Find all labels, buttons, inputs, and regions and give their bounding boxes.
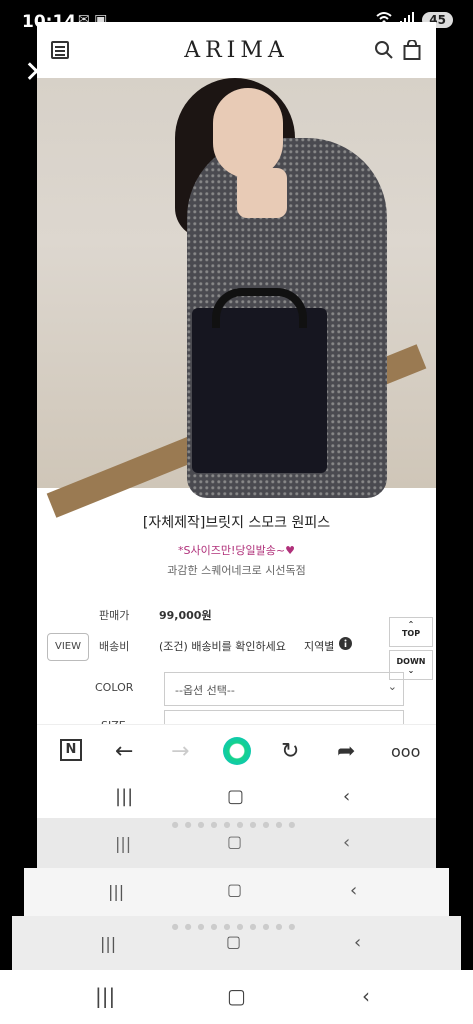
naver-n-icon[interactable]: N <box>60 739 82 761</box>
back-icon[interactable]: ‹ <box>343 786 350 807</box>
search-icon[interactable] <box>374 40 394 64</box>
price-label: 판매가 <box>99 609 130 622</box>
shipping-value: (조건) 배송비를 확인하세요 <box>159 640 286 653</box>
recents-icon[interactable]: ||| <box>115 786 133 807</box>
stacked-card-1: ●●●●●●●●●● ||| ▢ ‹ <box>37 818 436 868</box>
share-icon[interactable]: ➦ <box>337 739 355 764</box>
site-header: ARIMA <box>37 22 436 78</box>
back-icon[interactable]: ‹ <box>350 880 357 901</box>
browser-toolbar: N ← → ↻ ➦ ooo <box>37 724 436 776</box>
shopping-bag-icon[interactable] <box>403 39 421 64</box>
home-icon[interactable]: ▢ <box>227 832 242 851</box>
product-desc: 과감한 스퀘어네크로 시선독점 <box>167 564 306 577</box>
back-arrow-icon[interactable]: ← <box>115 739 133 764</box>
model-handbag <box>192 288 327 473</box>
view-button[interactable]: VIEW <box>47 633 89 661</box>
page-dots: ●●●●●●●●●● <box>171 820 302 829</box>
chevron-down-icon: ⌄ <box>387 680 397 693</box>
product-title: [자체제작]브릿지 스모크 원피스 <box>142 515 331 531</box>
page-dots: ●●●●●●●●●● <box>171 922 302 931</box>
home-icon[interactable]: ▢ <box>227 880 242 899</box>
back-icon[interactable]: ‹ <box>343 832 350 853</box>
color-label: COLOR <box>95 681 134 694</box>
product-photo <box>37 78 436 518</box>
top-button[interactable]: ⌃ TOP <box>389 617 433 647</box>
back-icon[interactable]: ‹ <box>362 984 370 1008</box>
recents-icon[interactable]: ||| <box>115 834 131 853</box>
home-ring-icon[interactable] <box>223 737 251 765</box>
color-select[interactable]: --옵션 선택-- ⌄ <box>164 672 404 706</box>
top-button-label: TOP <box>401 629 421 638</box>
chevron-up-icon: ⌃ <box>407 620 415 629</box>
region-label[interactable]: 지역별 <box>304 638 334 654</box>
color-select-value: --옵션 선택-- <box>175 684 235 697</box>
more-icon[interactable]: ooo <box>391 742 420 761</box>
shipping-label: 배송비 <box>99 640 130 653</box>
recents-icon[interactable]: ||| <box>100 934 116 953</box>
home-icon[interactable]: ▢ <box>227 786 244 807</box>
browser-window-card: ARIMA [자체제작]브릿지 스모크 원피스 *S사이즈만!당일발송~♥ 과감… <box>37 22 436 862</box>
model-face <box>213 88 283 178</box>
back-icon[interactable]: ‹ <box>354 932 361 953</box>
info-icon[interactable] <box>339 637 352 653</box>
nav-bar-1: ||| ▢ ‹ <box>37 774 436 822</box>
stacked-card-3: ●●●●●●●●●● ||| ▢ ‹ <box>12 916 461 970</box>
price-value: 99,000원 <box>159 609 212 622</box>
down-button-label: DOWN <box>396 657 426 666</box>
forward-arrow-icon[interactable]: → <box>171 739 189 764</box>
product-info: [자체제작]브릿지 스모크 원피스 *S사이즈만!당일발송~♥ 과감한 스퀘어네… <box>37 488 436 578</box>
stacked-card-2: ||| ▢ ‹ <box>24 868 449 918</box>
home-icon[interactable]: ▢ <box>227 984 246 1008</box>
product-badge: *S사이즈만!당일발송~♥ <box>178 544 295 557</box>
home-icon[interactable]: ▢ <box>226 932 241 951</box>
recents-icon[interactable]: ||| <box>108 882 124 901</box>
system-nav-bar: ||| ▢ ‹ <box>0 970 473 1024</box>
recents-icon[interactable]: ||| <box>95 984 115 1008</box>
refresh-icon[interactable]: ↻ <box>281 739 299 764</box>
